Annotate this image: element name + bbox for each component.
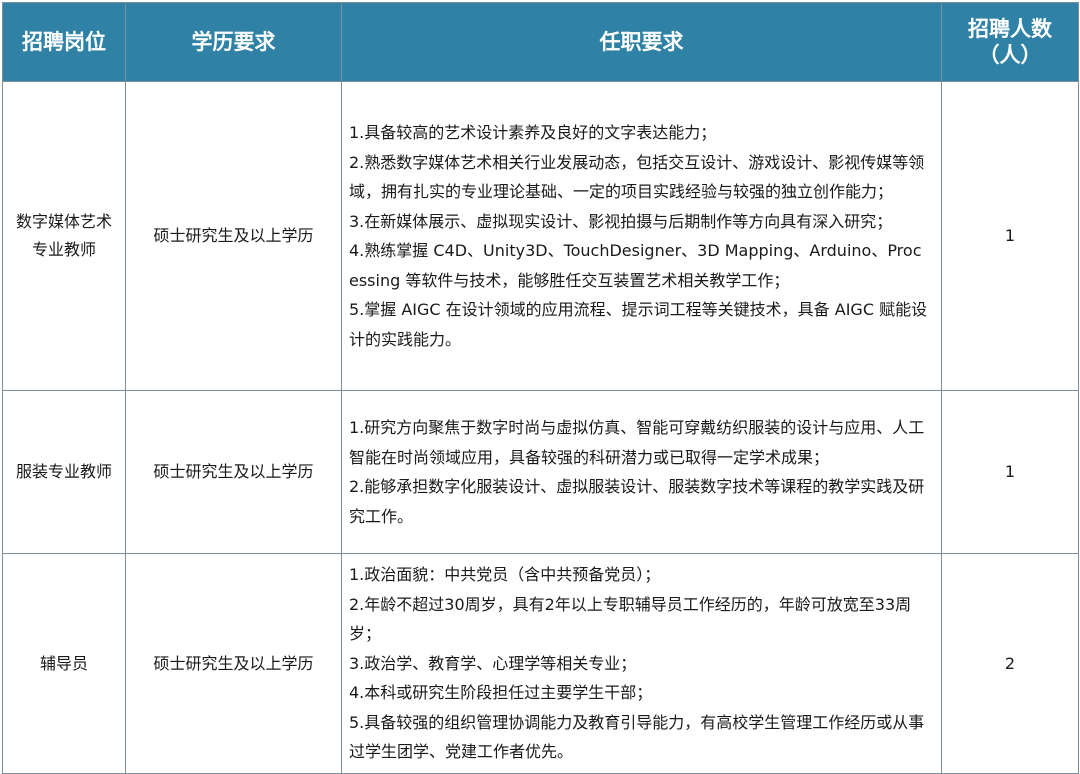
header-headcount: 招聘人数 （人） [941,2,1079,82]
requirements-cell: 1.政治面貌：中共党员（含中共预备党员）； 2.年龄不超过30周岁，具有2年以上… [341,553,942,774]
requirement-item: 4.熟练掌握 C4D、Unity3D、TouchDesigner、3D Mapp… [349,241,922,290]
header-position: 招聘岗位 [2,2,126,82]
requirement-item: 5.具备较强的组织管理协调能力及教育引导能力，有高校学生管理工作经历或从事过学生… [349,712,925,762]
table-row: 辅导员 硕士研究生及以上学历 1.政治面貌：中共党员（含中共预备党员）； 2.年… [2,553,1079,774]
requirement-item: 4.本科或研究生阶段担任过主要学生干部； [349,683,653,703]
position-cell: 服装专业教师 [2,390,126,554]
headcount-cell: 1 [941,390,1079,554]
requirement-item: 1.研究方向聚焦于数字时尚与虚拟仿真、智能可穿戴纺织服装的设计与应用、人工智能在… [349,418,925,467]
requirement-item: 2.年龄不超过30周岁，具有2年以上专职辅导员工作经历的，年龄可放宽至33周岁； [349,594,912,644]
position-line: 服装专业教师 [15,462,112,481]
position-cell: 数字媒体艺术 专业教师 [2,81,126,391]
position-line: 辅导员 [39,653,88,673]
headcount-cell: 2 [941,553,1079,774]
requirement-item: 2.熟悉数字媒体艺术相关行业发展动态，包括交互设计、游戏设计、影视传媒等领域，拥… [349,152,925,202]
requirement-item: 5.掌握 AIGC 在设计领域的应用流程、提示词工程等关键技术，具备 AIGC … [349,300,928,349]
table-row: 数字媒体艺术 专业教师 硕士研究生及以上学历 1.具备较高的艺术设计素养及良好的… [2,81,1079,391]
education-cell: 硕士研究生及以上学历 [125,390,342,554]
header-education: 学历要求 [125,2,342,82]
education-cell: 硕士研究生及以上学历 [125,553,342,774]
requirements-cell: 1.具备较高的艺术设计素养及良好的文字表达能力； 2.熟悉数字媒体艺术相关行业发… [341,81,942,391]
position-cell: 辅导员 [2,553,126,774]
requirement-item: 3.政治学、教育学、心理学等相关专业； [349,653,637,673]
education-cell: 硕士研究生及以上学历 [125,81,342,391]
requirement-item: 1.政治面貌：中共党员（含中共预备党员）； [349,565,661,585]
headcount-cell: 1 [941,81,1079,391]
table-header-row: 招聘岗位 学历要求 任职要求 招聘人数 （人） [2,2,1079,82]
table-row: 服装专业教师 硕士研究生及以上学历 1.研究方向聚焦于数字时尚与虚拟仿真、智能可… [2,390,1079,554]
position-line: 专业教师 [31,240,96,259]
header-requirements: 任职要求 [341,2,942,82]
header-headcount-line1: 招聘人数 [968,17,1052,41]
requirement-item: 2.能够承担数字化服装设计、虚拟服装设计、服装数字技术等课程的教学实践及研究工作… [349,477,925,526]
requirement-item: 3.在新媒体展示、虚拟现实设计、影视拍摄与后期制作等方向具有深入研究； [349,211,893,231]
header-headcount-line2: （人） [978,43,1042,67]
requirement-item: 1.具备较高的艺术设计素养及良好的文字表达能力； [349,123,717,142]
position-line: 数字媒体艺术 [15,212,112,231]
requirements-cell: 1.研究方向聚焦于数字时尚与虚拟仿真、智能可穿戴纺织服装的设计与应用、人工智能在… [341,390,942,554]
recruitment-table: 招聘岗位 学历要求 任职要求 招聘人数 （人） 数字媒体艺术 专业教师 硕士研究… [2,2,1079,774]
